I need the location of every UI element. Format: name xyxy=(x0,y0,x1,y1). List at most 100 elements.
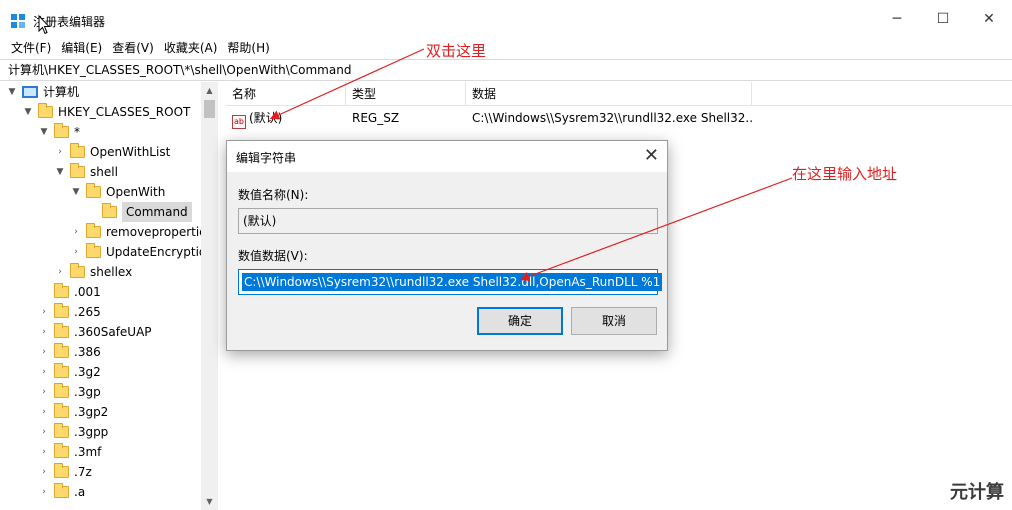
chevron-right-icon[interactable]: › xyxy=(38,442,50,462)
chevron-right-icon[interactable]: › xyxy=(70,242,82,262)
chevron-right-icon[interactable]: › xyxy=(38,342,50,362)
close-icon: ✕ xyxy=(983,11,995,27)
chevron-right-icon[interactable]: › xyxy=(38,302,50,322)
tree-item[interactable]: › UpdateEncryptio xyxy=(70,242,206,262)
tree-item-label: OpenWithList xyxy=(90,145,171,159)
tree-item-label: Command xyxy=(122,202,192,222)
chevron-right-icon[interactable]: › xyxy=(54,142,66,162)
tree-item[interactable]: Command xyxy=(86,202,192,222)
tree-item[interactable]: › .3g2 xyxy=(38,362,101,382)
chevron-right-icon[interactable]: › xyxy=(70,222,82,242)
chevron-down-icon[interactable]: ▼ xyxy=(22,102,34,122)
tree-item[interactable]: ▼ 计算机 xyxy=(6,82,79,102)
tree-item[interactable]: › .386 xyxy=(38,342,101,362)
tree-item[interactable]: ▼ shell xyxy=(54,162,118,182)
chevron-right-icon[interactable]: › xyxy=(38,402,50,422)
maximize-button[interactable]: ☐ xyxy=(920,0,966,38)
tree-item[interactable]: › .3gp2 xyxy=(38,402,108,422)
string-value-icon: ab xyxy=(232,115,246,129)
column-data[interactable]: 数据 xyxy=(466,82,752,106)
cancel-button[interactable]: 取消 xyxy=(571,307,657,335)
folder-icon xyxy=(54,443,69,458)
chevron-right-icon[interactable]: › xyxy=(38,422,50,442)
value-name: (默认) xyxy=(249,111,283,125)
menu-favorites[interactable]: 收藏夹(A) xyxy=(159,38,223,58)
minimize-icon: ─ xyxy=(892,11,902,27)
tree-item-label: .3mf xyxy=(74,445,102,459)
tree-item[interactable]: › shellex xyxy=(54,262,132,282)
tree-item[interactable]: › .3mf xyxy=(38,442,101,462)
annotation-double-click: 双击这里 xyxy=(426,42,487,60)
folder-icon xyxy=(54,463,69,478)
chevron-right-icon[interactable]: › xyxy=(38,482,50,502)
folder-icon xyxy=(86,223,101,238)
dialog-title-bar: 编辑字符串 ✕ xyxy=(227,141,667,172)
scroll-down-icon[interactable]: ▼ xyxy=(201,493,218,510)
table-row[interactable]: ab (默认) REG_SZ C:\\Windows\\Sysrem32\\run… xyxy=(226,107,752,129)
chevron-right-icon[interactable]: › xyxy=(38,362,50,382)
folder-icon xyxy=(38,103,53,118)
tree-item-label: removepropertie xyxy=(106,225,207,239)
tree-item[interactable]: › .3gpp xyxy=(38,422,108,442)
tree-item-label: HKEY_CLASSES_ROOT xyxy=(58,105,191,119)
chevron-right-icon[interactable]: › xyxy=(38,322,50,342)
tree-item[interactable]: › .265 xyxy=(38,302,101,322)
menu-help[interactable]: 帮助(H) xyxy=(222,38,274,58)
folder-icon xyxy=(70,143,85,158)
tree-item-label: .3gpp xyxy=(74,425,109,439)
folder-icon xyxy=(54,403,69,418)
chevron-right-icon[interactable]: › xyxy=(54,262,66,282)
edit-string-dialog: 编辑字符串 ✕ 数值名称(N): (默认) 数值数据(V): C:\\Windo… xyxy=(226,140,668,351)
tree-item-label: UpdateEncryptio xyxy=(106,245,207,259)
tree-item-label: shellex xyxy=(90,265,133,279)
folder-icon xyxy=(86,243,101,258)
chevron-down-icon[interactable]: ▼ xyxy=(38,122,50,142)
chevron-right-icon[interactable]: › xyxy=(38,382,50,402)
minimize-button[interactable]: ─ xyxy=(874,0,920,38)
tree-item[interactable]: ▼ HKEY_CLASSES_ROOT xyxy=(22,102,190,122)
chevron-down-icon[interactable]: ▼ xyxy=(70,182,82,202)
tree-item[interactable]: › .7z xyxy=(38,462,92,482)
maximize-icon: ☐ xyxy=(936,11,950,27)
value-data: C:\\Windows\\Sysrem32\\rundll32.exe Shel… xyxy=(472,111,752,125)
menu-bar: 文件(F) 编辑(E) 查看(V) 收藏夹(A) 帮助(H) xyxy=(0,38,1012,58)
value-name-cell: ab (默认) xyxy=(226,107,346,129)
tree-item[interactable]: › .3gp xyxy=(38,382,101,402)
value-data-selected-text: C:\\Windows\\Sysrem32\\rundll32.exe Shel… xyxy=(242,273,663,291)
tree-item[interactable]: › OpenWithList xyxy=(54,142,170,162)
registry-tree[interactable]: ▼ 计算机 ▼ HKEY_CLASSES_ROOT ▼ * › OpenWithList ▼ sh… xyxy=(0,82,218,510)
close-button[interactable]: ✕ xyxy=(966,0,1012,38)
tree-scrollbar[interactable]: ▲ ▼ xyxy=(201,82,218,510)
menu-edit[interactable]: 编辑(E) xyxy=(56,38,107,58)
tree-item[interactable]: › .360SafeUAP xyxy=(38,322,152,342)
chevron-down-icon[interactable]: ▼ xyxy=(6,82,18,102)
menu-file[interactable]: 文件(F) xyxy=(6,38,56,58)
tree-item[interactable]: ▼ * xyxy=(38,122,80,142)
tree-item[interactable]: ▼ OpenWith xyxy=(70,182,165,202)
tree-item-label: .3gp xyxy=(74,385,101,399)
column-name[interactable]: 名称 xyxy=(226,82,346,106)
column-type[interactable]: 类型 xyxy=(346,82,466,106)
watermark: 元计算 xyxy=(950,482,1004,503)
dialog-close-icon[interactable]: ✕ xyxy=(644,145,659,166)
tree-item-label: .386 xyxy=(74,345,101,359)
value-data-input[interactable]: C:\\Windows\\Sysrem32\\rundll32.exe Shel… xyxy=(238,269,663,295)
address-bar[interactable]: 计算机\HKEY_CLASSES_ROOT\*\shell\OpenWith\C… xyxy=(0,59,1012,81)
scroll-thumb[interactable] xyxy=(204,100,215,118)
folder-icon xyxy=(54,423,69,438)
folder-icon xyxy=(70,263,85,278)
tree-item-label: .a xyxy=(74,485,86,499)
chevron-down-icon[interactable]: ▼ xyxy=(54,162,66,182)
folder-icon xyxy=(54,343,69,358)
tree-item[interactable]: .001 xyxy=(38,282,101,302)
tree-item[interactable]: › removepropertie xyxy=(70,222,207,242)
folder-icon xyxy=(86,183,101,198)
chevron-right-icon[interactable]: › xyxy=(38,462,50,482)
ok-button[interactable]: 确定 xyxy=(477,307,563,335)
folder-icon xyxy=(54,283,69,298)
folder-icon xyxy=(54,483,69,498)
regedit-icon xyxy=(11,14,25,28)
tree-item[interactable]: › .a xyxy=(38,482,85,502)
menu-view[interactable]: 查看(V) xyxy=(107,38,159,58)
scroll-up-icon[interactable]: ▲ xyxy=(201,82,218,99)
